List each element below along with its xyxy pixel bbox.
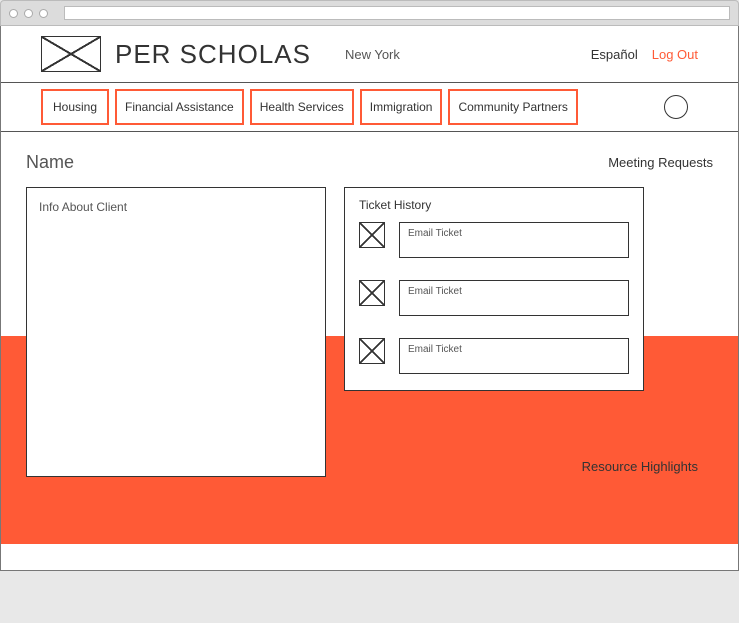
page-container: PER SCHOLAS New York Español Log Out Hou… xyxy=(0,26,739,571)
window-dot xyxy=(39,9,48,18)
browser-chrome xyxy=(0,0,739,26)
ticket-item[interactable]: Email Ticket xyxy=(399,338,629,374)
content-area: Name Meeting Requests Info About Client … xyxy=(1,132,738,544)
panels-row: Info About Client Ticket History Email T… xyxy=(26,187,713,477)
profile-icon[interactable] xyxy=(664,95,688,119)
logo-placeholder-icon xyxy=(41,36,101,72)
ticket-item[interactable]: Email Ticket xyxy=(399,222,629,258)
ticket-history-title: Ticket History xyxy=(359,198,629,212)
nav-tab-financial-assistance[interactable]: Financial Assistance xyxy=(115,89,244,125)
content-top-row: Name Meeting Requests xyxy=(26,152,713,173)
ticket-placeholder-icon xyxy=(359,222,385,248)
brand-title: PER SCHOLAS xyxy=(115,39,311,70)
resource-highlights-link[interactable]: Resource Highlights xyxy=(582,459,698,474)
client-info-panel: Info About Client xyxy=(26,187,326,477)
nav-tab-health-services[interactable]: Health Services xyxy=(250,89,354,125)
ticket-row[interactable]: Email Ticket xyxy=(359,222,629,258)
nav-tab-community-partners[interactable]: Community Partners xyxy=(448,89,577,125)
nav-tab-immigration[interactable]: Immigration xyxy=(360,89,443,125)
ticket-placeholder-icon xyxy=(359,338,385,364)
meeting-requests-link[interactable]: Meeting Requests xyxy=(608,155,713,170)
header-right: Español Log Out xyxy=(591,47,698,62)
language-toggle[interactable]: Español xyxy=(591,47,638,62)
header: PER SCHOLAS New York Español Log Out xyxy=(1,26,738,82)
ticket-item[interactable]: Email Ticket xyxy=(399,280,629,316)
logout-link[interactable]: Log Out xyxy=(652,47,698,62)
window-dot xyxy=(9,9,18,18)
location-label: New York xyxy=(345,47,400,62)
client-info-label: Info About Client xyxy=(39,200,313,214)
nav-bar: Housing Financial Assistance Health Serv… xyxy=(1,82,738,132)
ticket-history-panel: Ticket History Email Ticket Email Ticket… xyxy=(344,187,644,391)
ticket-row[interactable]: Email Ticket xyxy=(359,280,629,316)
ticket-row[interactable]: Email Ticket xyxy=(359,338,629,374)
name-heading: Name xyxy=(26,152,74,173)
window-dot xyxy=(24,9,33,18)
url-bar[interactable] xyxy=(64,6,730,20)
ticket-placeholder-icon xyxy=(359,280,385,306)
nav-tab-housing[interactable]: Housing xyxy=(41,89,109,125)
